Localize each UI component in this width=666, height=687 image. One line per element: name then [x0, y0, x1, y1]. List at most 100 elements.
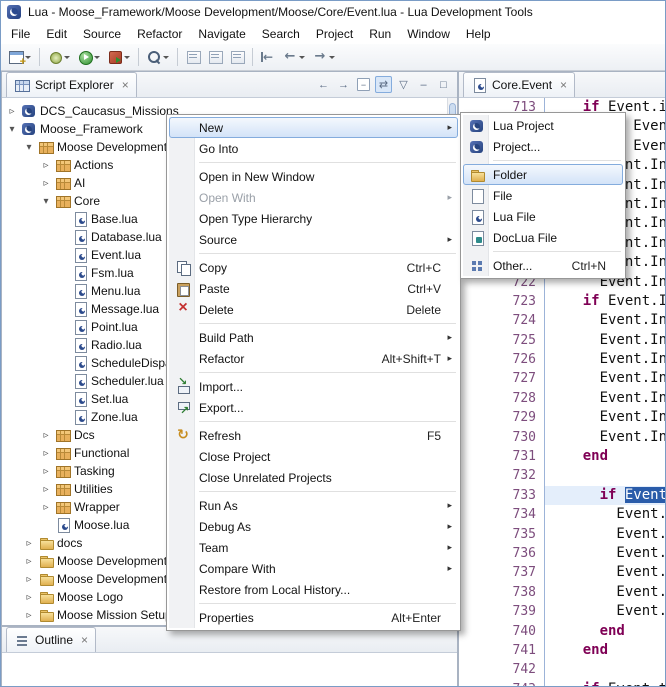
chevron-down-icon[interactable]: ▾: [6, 124, 18, 135]
view-menu-button[interactable]: ▽: [395, 76, 412, 93]
minimize-button[interactable]: –: [415, 76, 432, 93]
menu-item-new[interactable]: New▸: [169, 117, 458, 138]
window-title: Lua - Moose_Framework/Moose Development/…: [28, 5, 533, 19]
menu-item-doclua-file[interactable]: DocLua File: [463, 227, 623, 248]
tab-core-event[interactable]: Core.Event ×: [463, 72, 575, 97]
menu-item-other[interactable]: Other...Ctrl+N: [463, 255, 623, 276]
menubar-item-edit[interactable]: Edit: [38, 24, 75, 44]
menubar-item-help[interactable]: Help: [458, 24, 499, 44]
menu-item-run-as[interactable]: Run As▸: [169, 495, 458, 516]
folder-icon: [38, 607, 54, 623]
search-edit-button[interactable]: [143, 46, 173, 68]
show-view-button[interactable]: [226, 46, 248, 68]
menu-item-icon-slot: [173, 400, 193, 416]
refresh-icon: [175, 428, 191, 444]
close-icon[interactable]: ×: [122, 79, 129, 91]
editor-header: Core.Event ×: [459, 72, 666, 98]
last-edit-button[interactable]: [257, 46, 279, 68]
menu-item-close-project[interactable]: Close Project: [169, 446, 458, 467]
application-window: Lua - Moose_Framework/Moose Development/…: [0, 0, 666, 687]
menu-item-open-in-new-window[interactable]: Open in New Window: [169, 166, 458, 187]
menu-item-compare-with[interactable]: Compare With▸: [169, 558, 458, 579]
tab-outline[interactable]: Outline ×: [6, 627, 96, 652]
menu-item-copy[interactable]: CopyCtrl+C: [169, 257, 458, 278]
dropdown-arrow-icon[interactable]: [328, 47, 336, 67]
dropdown-arrow-icon[interactable]: [63, 47, 71, 67]
chevron-right-icon[interactable]: ▹: [40, 160, 52, 171]
menu-separator: [199, 323, 456, 324]
forward-button[interactable]: [309, 46, 339, 68]
chevron-right-icon[interactable]: ▹: [23, 574, 35, 585]
menu-item-delete[interactable]: DeleteDelete: [169, 299, 458, 320]
menu-item-paste[interactable]: PasteCtrl+V: [169, 278, 458, 299]
menu-item-refresh[interactable]: RefreshF5: [169, 425, 458, 446]
dropdown-arrow-icon[interactable]: [93, 47, 101, 67]
menu-item-export[interactable]: Export...: [169, 397, 458, 418]
menu-item-label: Delete: [193, 303, 234, 317]
toolbar-separator: [138, 48, 139, 66]
chevron-right-icon[interactable]: ▹: [23, 592, 35, 603]
menu-item-lua-file[interactable]: Lua File: [463, 206, 623, 227]
back-button[interactable]: [279, 46, 309, 68]
dropdown-arrow-icon[interactable]: [298, 47, 306, 67]
menu-item-project[interactable]: Project...: [463, 136, 623, 157]
chevron-right-icon[interactable]: ▹: [23, 538, 35, 549]
chevron-right-icon[interactable]: ▹: [23, 610, 35, 621]
submenu-arrow-icon: ▸: [441, 542, 452, 553]
menu-item-restore-from-local-history[interactable]: Restore from Local History...: [169, 579, 458, 600]
menubar-item-project[interactable]: Project: [308, 24, 361, 44]
back-button[interactable]: ←: [315, 76, 332, 93]
menu-item-refactor[interactable]: RefactorAlt+Shift+T▸: [169, 348, 458, 369]
menubar-item-window[interactable]: Window: [399, 24, 458, 44]
menu-item-properties[interactable]: PropertiesAlt+Enter: [169, 607, 458, 628]
chevron-right-icon[interactable]: ▹: [40, 466, 52, 477]
mark-occurrences-button[interactable]: [204, 46, 226, 68]
open-element-button[interactable]: [182, 46, 204, 68]
menu-item-file[interactable]: File: [463, 185, 623, 206]
menu-item-debug-as[interactable]: Debug As▸: [169, 516, 458, 537]
debug-button[interactable]: [44, 46, 74, 68]
menubar-item-search[interactable]: Search: [254, 24, 308, 44]
menu-item-label: Build Path: [193, 331, 254, 345]
menubar-item-file[interactable]: File: [3, 24, 38, 44]
chevron-right-icon[interactable]: ▹: [40, 502, 52, 513]
menu-item-team[interactable]: Team▸: [169, 537, 458, 558]
forward-button[interactable]: →: [335, 76, 352, 93]
external-tools-button[interactable]: [104, 46, 134, 68]
chevron-right-icon[interactable]: ▹: [40, 448, 52, 459]
dropdown-arrow-icon[interactable]: [162, 47, 170, 67]
menu-item-folder[interactable]: Folder: [463, 164, 623, 185]
close-icon[interactable]: ×: [560, 79, 567, 91]
menubar-item-run[interactable]: Run: [361, 24, 399, 44]
collapse-all-button[interactable]: −: [357, 78, 370, 91]
chevron-down-icon[interactable]: ▾: [40, 196, 52, 207]
menu-separator: [199, 491, 456, 492]
menu-item-lua-project[interactable]: Lua Project: [463, 115, 623, 136]
new-wizard-button[interactable]: [5, 46, 35, 68]
link-with-editor-button[interactable]: ⇄: [375, 76, 392, 93]
menu-item-close-unrelated-projects[interactable]: Close Unrelated Projects: [169, 467, 458, 488]
lua-file-icon: [72, 265, 88, 281]
close-icon[interactable]: ×: [81, 634, 88, 646]
run-button[interactable]: [74, 46, 104, 68]
menubar-item-navigate[interactable]: Navigate: [190, 24, 253, 44]
maximize-button[interactable]: □: [435, 76, 452, 93]
tab-script-explorer[interactable]: Script Explorer ×: [6, 72, 137, 97]
menu-item-build-path[interactable]: Build Path▸: [169, 327, 458, 348]
line-number: 736: [459, 544, 545, 563]
chevron-right-icon[interactable]: ▹: [40, 178, 52, 189]
chevron-down-icon[interactable]: ▾: [23, 142, 35, 153]
menubar-item-refactor[interactable]: Refactor: [129, 24, 190, 44]
dropdown-arrow-icon[interactable]: [123, 47, 131, 67]
chevron-right-icon[interactable]: ▹: [6, 106, 18, 117]
menu-item-open-type-hierarchy[interactable]: Open Type Hierarchy: [169, 208, 458, 229]
menubar-item-source[interactable]: Source: [75, 24, 129, 44]
menu-item-source[interactable]: Source▸: [169, 229, 458, 250]
code-line-735: 735 Event.IniUnit = UNIT:FindByName( Eve…: [459, 525, 666, 544]
chevron-right-icon[interactable]: ▹: [40, 430, 52, 441]
menu-item-go-into[interactable]: Go Into: [169, 138, 458, 159]
chevron-right-icon[interactable]: ▹: [23, 556, 35, 567]
tree-item-label: Moose.lua: [74, 518, 129, 532]
chevron-right-icon[interactable]: ▹: [40, 484, 52, 495]
menu-item-import[interactable]: Import...: [169, 376, 458, 397]
